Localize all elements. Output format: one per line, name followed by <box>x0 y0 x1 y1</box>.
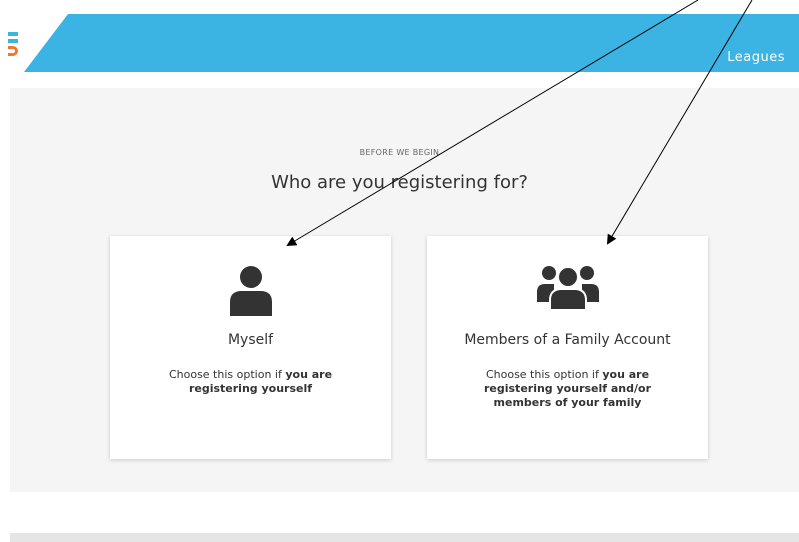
person-icon <box>229 266 272 316</box>
footer-divider <box>10 533 799 542</box>
page-title: Who are you registering for? <box>271 172 528 193</box>
option-card-family[interactable]: Members of a Family Account Choose this … <box>427 236 708 459</box>
option-card-myself[interactable]: Myself Choose this option if you are reg… <box>110 236 391 459</box>
nav-link-leagues[interactable]: Leagues <box>727 50 785 65</box>
option-description: Choose this option if you are registerin… <box>483 368 652 409</box>
brand-logo[interactable] <box>8 32 20 58</box>
header-banner <box>24 14 799 72</box>
option-description: Choose this option if you are registerin… <box>168 368 333 395</box>
option-title: Members of a Family Account <box>464 332 671 348</box>
group-icon <box>536 266 599 310</box>
top-navigation-bar: Leagues <box>0 14 799 72</box>
section-eyebrow: BEFORE WE BEGIN <box>359 148 440 157</box>
option-title: Myself <box>227 332 274 348</box>
